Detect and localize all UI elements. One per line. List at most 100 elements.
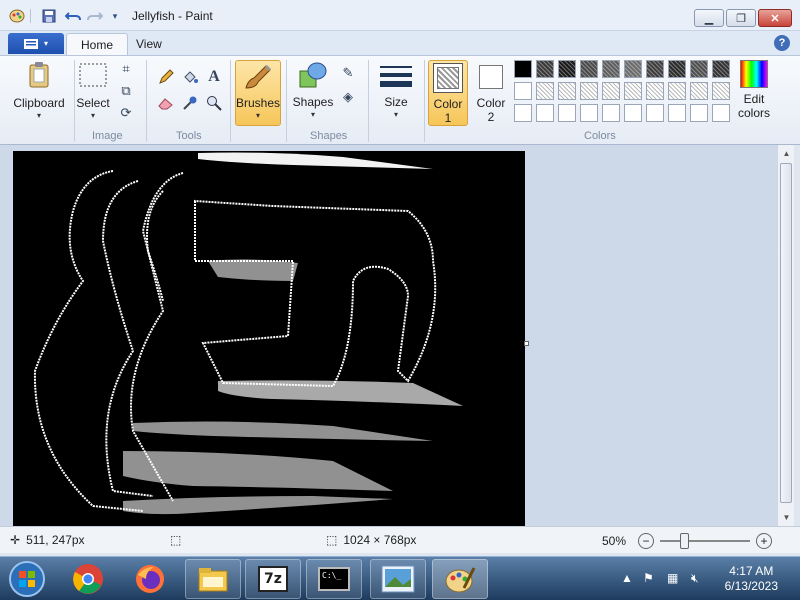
select-button[interactable]: Select ▾ (76, 60, 110, 128)
palette-swatch[interactable] (536, 60, 554, 78)
fill-bucket-icon[interactable] (180, 68, 200, 86)
start-button[interactable] (2, 559, 52, 599)
network-icon[interactable]: ▦ (667, 571, 678, 585)
palette-swatch[interactable] (514, 82, 532, 100)
eraser-icon[interactable] (156, 94, 176, 112)
edit-colors-button[interactable]: Edit colors (734, 60, 774, 128)
rainbow-palette-icon (740, 60, 768, 88)
palette-swatch[interactable] (712, 82, 730, 100)
palette-swatch[interactable] (580, 104, 598, 122)
palette-swatch[interactable] (690, 104, 708, 122)
window-title: Jellyfish - Paint (132, 9, 213, 23)
text-tool-icon[interactable]: A (204, 68, 224, 86)
paint-app-icon[interactable] (8, 8, 26, 24)
customize-dropdown-icon[interactable]: ▾ (106, 8, 124, 24)
tab-home[interactable]: Home (66, 33, 129, 55)
palette-swatch[interactable] (668, 82, 686, 100)
minimize-button[interactable]: ▁ (694, 9, 724, 27)
color1-label: Color (433, 97, 463, 111)
taskbar-firefox[interactable] (122, 559, 178, 599)
show-hidden-icons-icon[interactable]: ▲ (621, 571, 633, 585)
drawing-canvas[interactable] (13, 151, 525, 526)
maximize-button[interactable]: ❐ (726, 9, 756, 27)
color-picker-icon[interactable] (180, 94, 200, 112)
vertical-scrollbar[interactable]: ▲ ▼ (777, 145, 794, 526)
palette-swatch[interactable] (624, 104, 642, 122)
scrollbar-thumb[interactable] (780, 163, 792, 503)
outline-icon[interactable]: ✎ (338, 64, 358, 82)
file-menu-button[interactable]: ▾ (8, 33, 64, 54)
help-icon[interactable]: ? (774, 35, 790, 51)
scroll-up-icon[interactable]: ▲ (778, 145, 795, 161)
pencil-icon[interactable] (156, 68, 176, 86)
palette-swatch[interactable] (558, 104, 576, 122)
palette-swatch[interactable] (712, 104, 730, 122)
palette-swatch[interactable] (646, 104, 664, 122)
brushes-button[interactable]: Brushes ▾ (235, 60, 281, 126)
tab-view[interactable]: View (122, 33, 176, 55)
7zip-icon: 7z (258, 566, 288, 592)
tools-group-label: Tools (176, 130, 202, 142)
palette-swatch[interactable] (602, 82, 620, 100)
palette-swatch[interactable] (580, 82, 598, 100)
palette-swatch[interactable] (536, 104, 554, 122)
palette-swatch[interactable] (624, 82, 642, 100)
magnifier-icon[interactable] (204, 94, 224, 112)
ribbon-separator (424, 60, 425, 142)
line-size-icon (378, 60, 414, 92)
resize-icon[interactable]: ⧉ (116, 82, 136, 100)
palette-swatch[interactable] (646, 60, 664, 78)
save-icon[interactable] (40, 8, 58, 24)
close-button[interactable]: ✕ (758, 9, 792, 27)
palette-swatch[interactable] (712, 60, 730, 78)
palette-swatch[interactable] (514, 104, 532, 122)
zoom-out-icon[interactable]: − (638, 533, 655, 549)
zoom-in-icon[interactable]: + (756, 533, 773, 549)
edit-colors-line2: colors (737, 106, 770, 120)
crop-icon[interactable]: ⌗ (116, 60, 136, 78)
size-button[interactable]: Size ▾ (374, 60, 418, 128)
canvas-size-text: 1024 × 768px (343, 533, 417, 547)
clipboard-button[interactable]: Clipboard ▾ (10, 60, 68, 128)
taskbar-paint[interactable] (432, 559, 488, 599)
palette-swatch[interactable] (690, 82, 708, 100)
ribbon: Clipboard ▾ Select ▾ ⌗ ⧉ ⟳ Image A Tools… (0, 55, 800, 145)
canvas-workspace[interactable] (0, 145, 777, 526)
palette-swatch[interactable] (646, 82, 664, 100)
palette-swatch[interactable] (624, 60, 642, 78)
taskbar-7zip[interactable]: 7z (245, 559, 301, 599)
shapes-button[interactable]: Shapes ▾ (290, 60, 336, 128)
photo-viewer-icon (381, 565, 415, 593)
color1-button[interactable]: Color 1 (428, 60, 468, 126)
zoom-slider-thumb[interactable] (680, 533, 690, 549)
palette-swatch[interactable] (668, 104, 686, 122)
palette-swatch[interactable] (558, 82, 576, 100)
color2-number: 2 (487, 110, 495, 124)
palette-swatch[interactable] (580, 60, 598, 78)
canvas-resize-handle[interactable] (524, 341, 529, 346)
palette-swatch[interactable] (558, 60, 576, 78)
ribbon-separator (230, 60, 231, 142)
taskbar-command-prompt[interactable]: C:\_ (306, 559, 362, 599)
palette-swatch[interactable] (536, 82, 554, 100)
taskbar-file-explorer[interactable] (185, 559, 241, 599)
fill-icon[interactable]: ◈ (338, 88, 358, 106)
palette-swatch[interactable] (668, 60, 686, 78)
palette-swatch[interactable] (690, 60, 708, 78)
brushes-label: Brushes (235, 96, 281, 110)
palette-swatch[interactable] (602, 60, 620, 78)
action-center-flag-icon[interactable]: ⚑ (643, 571, 654, 585)
taskbar-clock[interactable]: 4:17 AM 6/13/2023 (725, 564, 778, 594)
color2-button[interactable]: Color 2 (472, 60, 510, 126)
palette-swatch[interactable] (602, 104, 620, 122)
redo-icon[interactable] (86, 8, 104, 24)
zoom-slider[interactable] (660, 533, 751, 549)
rotate-icon[interactable]: ⟳ (116, 104, 136, 122)
taskbar-chrome[interactable] (60, 559, 116, 599)
undo-icon[interactable] (64, 8, 82, 24)
volume-muted-icon[interactable]: 🔇︎ (691, 571, 699, 586)
scroll-down-icon[interactable]: ▼ (778, 509, 795, 525)
palette-swatch[interactable] (514, 60, 532, 78)
canvas-size: ⬚ 1024 × 768px (326, 533, 416, 547)
taskbar-photo-viewer[interactable] (370, 559, 426, 599)
